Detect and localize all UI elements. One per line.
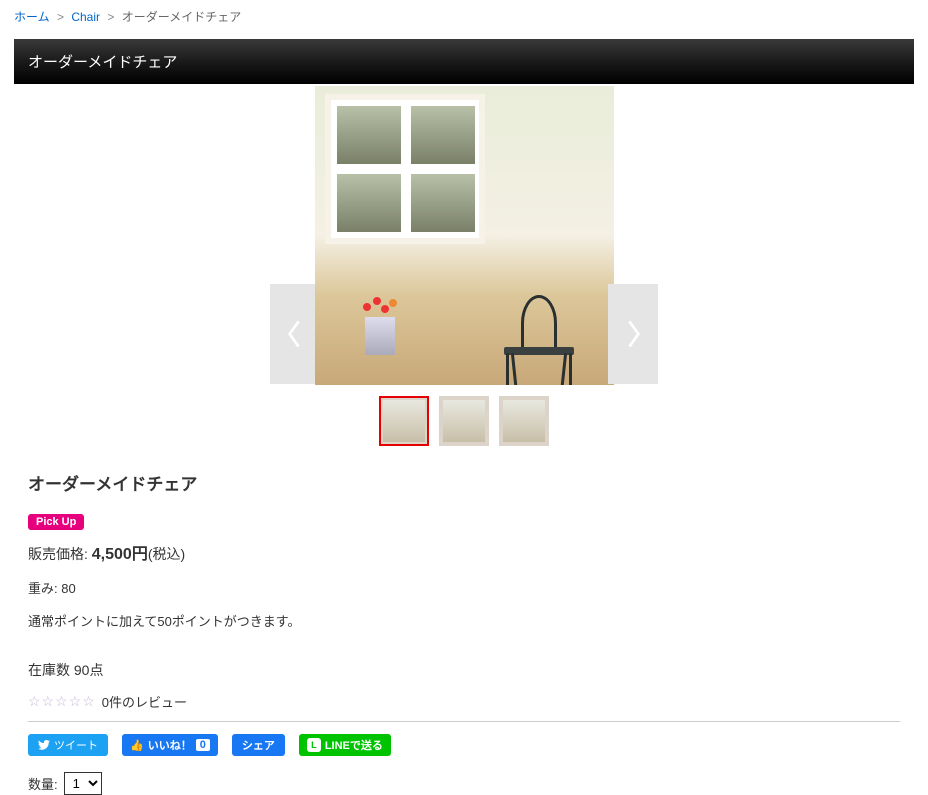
thumbnail-strip xyxy=(14,388,914,464)
breadcrumb-sep: > xyxy=(107,10,114,24)
quantity-label: 数量: xyxy=(28,774,58,793)
share-row: ツイート 👍 いいね！ 0 シェア L LINEで送る xyxy=(28,734,900,756)
review-line[interactable]: ☆☆☆☆☆ 0件のレビュー xyxy=(28,692,900,711)
twitter-share-button[interactable]: ツイート xyxy=(28,734,108,756)
weight-value: 80 xyxy=(61,581,75,596)
breadcrumb-home[interactable]: ホーム xyxy=(14,10,50,24)
like-label: いいね！ xyxy=(148,737,192,753)
stock-line: 在庫数 90点 xyxy=(28,660,900,680)
twitter-label: ツイート xyxy=(54,737,98,753)
weight-line: 重み: 80 xyxy=(28,578,900,597)
chevron-left-icon xyxy=(286,319,304,349)
thumbnail-1[interactable] xyxy=(379,396,429,446)
weight-label: 重み: xyxy=(28,581,58,596)
breadcrumb-current: オーダーメイドチェア xyxy=(122,10,242,24)
thumbnail-2[interactable] xyxy=(439,396,489,446)
breadcrumb: ホーム > Chair > オーダーメイドチェア xyxy=(14,0,914,39)
gallery-next-button[interactable] xyxy=(608,284,658,384)
thumbnail-3[interactable] xyxy=(499,396,549,446)
stock-label: 在庫数 xyxy=(28,662,70,678)
price-label: 販売価格: xyxy=(28,546,88,562)
star-rating-icon: ☆☆☆☆☆ xyxy=(28,693,96,710)
line-share-button[interactable]: L LINEで送る xyxy=(299,734,391,756)
thumbs-up-icon: 👍 xyxy=(130,739,144,752)
breadcrumb-sep: > xyxy=(57,10,64,24)
quantity-row: 数量: 1 xyxy=(28,772,900,795)
price-line: 販売価格: 4,500円(税込) xyxy=(28,540,900,564)
facebook-like-button[interactable]: 👍 いいね！ 0 xyxy=(122,734,218,756)
review-count: 0件のレビュー xyxy=(102,692,187,711)
price-tax: (税込) xyxy=(148,546,185,562)
price-value: 4,500円 xyxy=(92,546,148,563)
product-name: オーダーメイドチェア xyxy=(28,470,900,495)
pickup-badge: Pick Up xyxy=(28,514,84,530)
line-label: LINEで送る xyxy=(325,737,383,753)
quantity-select[interactable]: 1 xyxy=(64,772,102,795)
points-text: 通常ポイントに加えて50ポイントがつきます。 xyxy=(28,611,900,630)
page-title-bar: オーダーメイドチェア xyxy=(14,39,914,84)
facebook-share-button[interactable]: シェア xyxy=(232,734,285,756)
stock-value: 90点 xyxy=(74,662,104,678)
twitter-icon xyxy=(38,740,50,750)
product-gallery xyxy=(14,86,914,388)
divider xyxy=(28,721,900,722)
chevron-right-icon xyxy=(624,319,642,349)
breadcrumb-category[interactable]: Chair xyxy=(71,10,100,24)
line-icon: L xyxy=(307,738,321,752)
product-main-image xyxy=(315,86,614,385)
gallery-prev-button[interactable] xyxy=(270,284,320,384)
like-count: 0 xyxy=(196,739,210,751)
